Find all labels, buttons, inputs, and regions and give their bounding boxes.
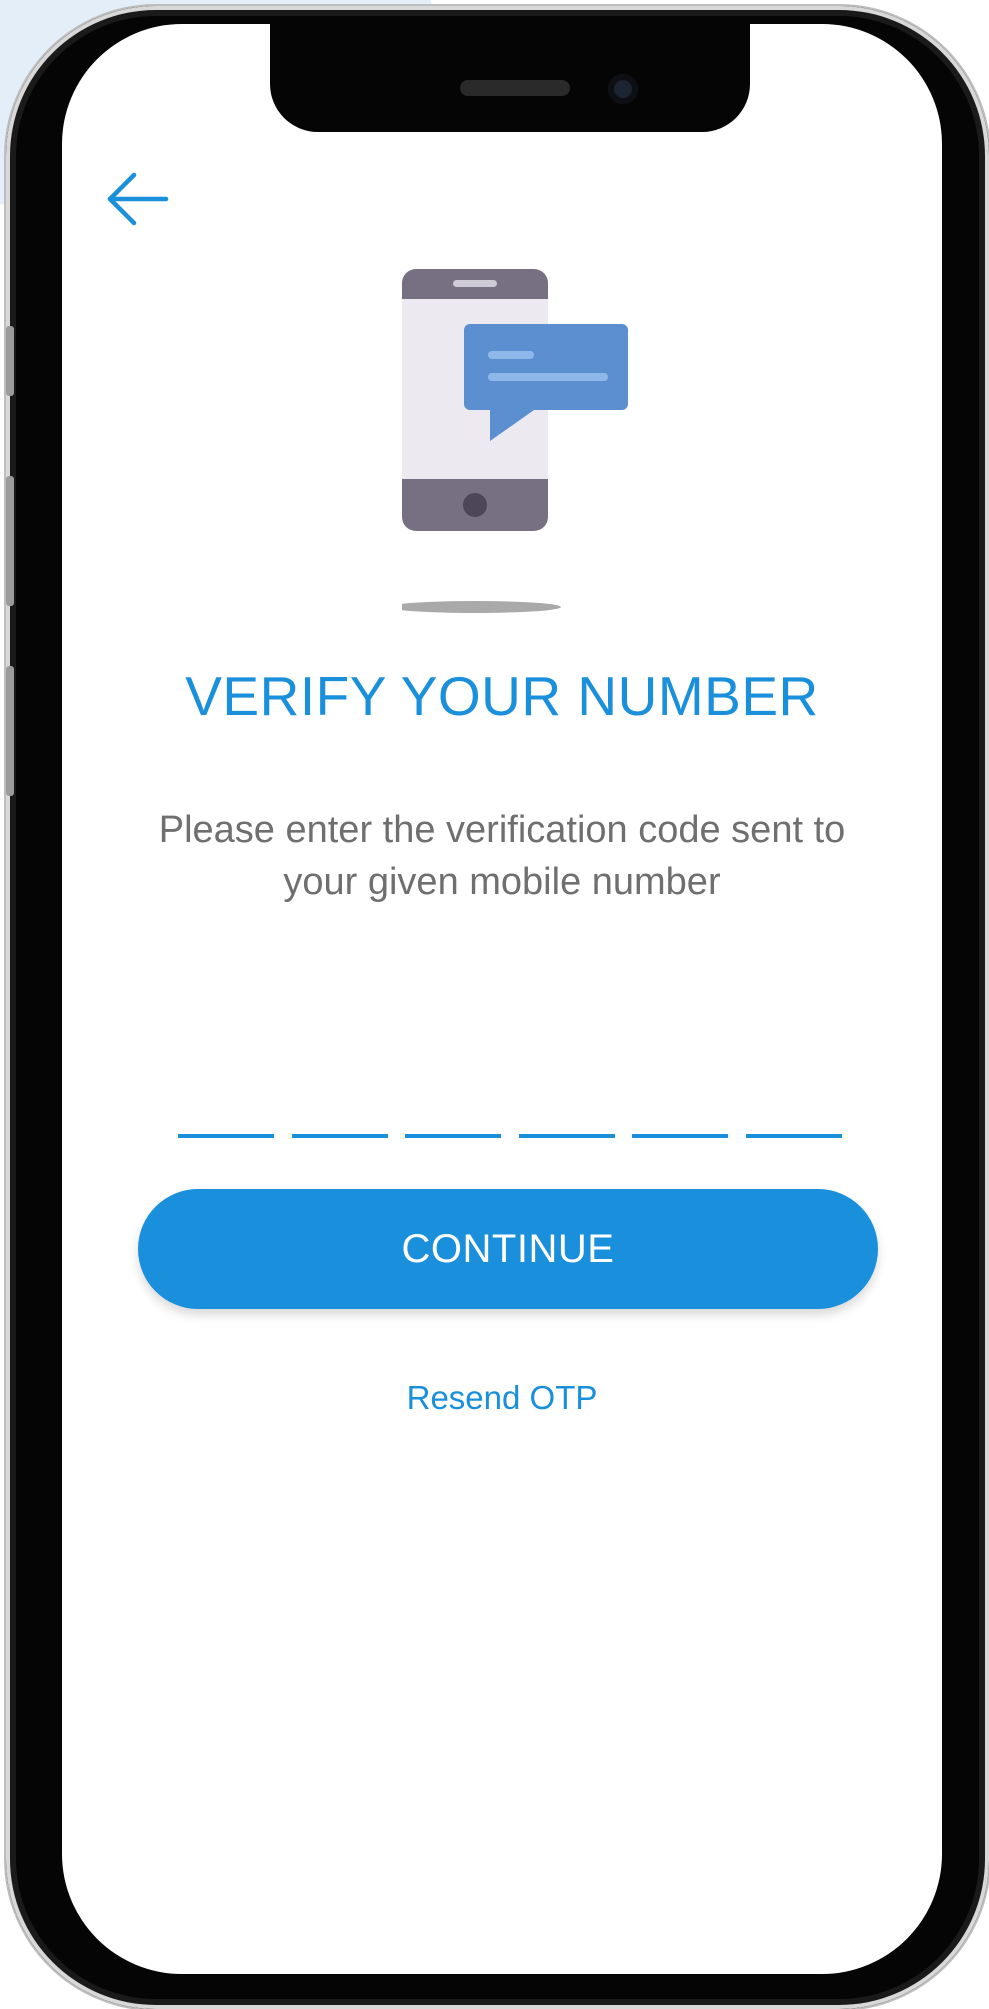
side-button-silent [6, 326, 14, 396]
otp-digit-6[interactable] [745, 1074, 842, 1138]
otp-input-group [178, 1074, 842, 1138]
side-button-volume-up [6, 476, 14, 606]
otp-digit-3[interactable] [405, 1074, 502, 1138]
resend-otp-link[interactable]: Resend OTP [62, 1379, 942, 1417]
device-notch [270, 24, 750, 132]
front-camera [608, 74, 638, 104]
page-subtitle: Please enter the verification code sent … [158, 809, 846, 903]
speaker-grille [460, 80, 570, 96]
phone-message-illustration [402, 269, 628, 613]
otp-digit-2[interactable] [291, 1074, 388, 1138]
otp-digit-4[interactable] [518, 1074, 615, 1138]
otp-digit-1[interactable] [178, 1074, 274, 1138]
continue-button[interactable]: CONTINUE [138, 1189, 878, 1309]
back-button[interactable] [102, 164, 172, 234]
otp-digit-5[interactable] [632, 1074, 729, 1138]
side-button-volume-down [6, 666, 14, 796]
phone-frame: VERIFY YOUR NUMBER Please enter the veri… [6, 6, 989, 2009]
arrow-left-icon [107, 172, 169, 226]
page-title: VERIFY YOUR NUMBER [185, 665, 819, 727]
app-screen: VERIFY YOUR NUMBER Please enter the veri… [62, 24, 942, 1974]
